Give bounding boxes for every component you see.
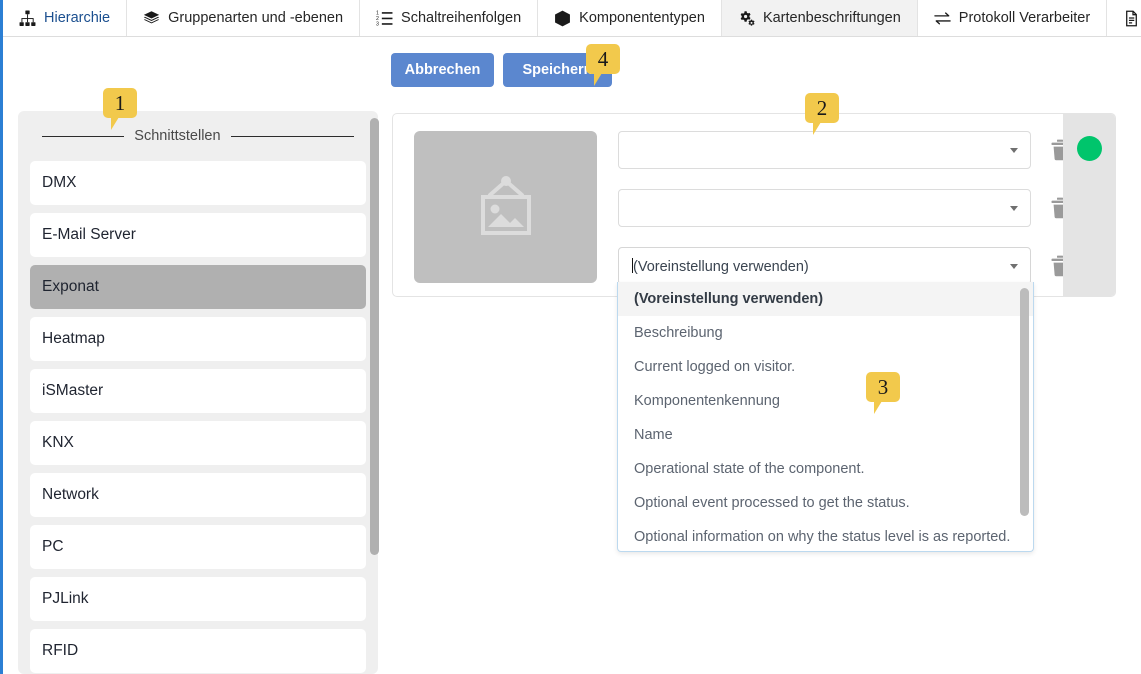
chevron-down-icon <box>1010 147 1018 153</box>
tab-komponententypen[interactable]: Komponententypen <box>538 0 722 36</box>
callout-marker-3: 3 <box>866 372 900 414</box>
tab-label: Kartenbeschriftungen <box>762 10 901 26</box>
label-row-list: (Voreinstellung verwenden) <box>618 131 1073 285</box>
dropdown-option-label: Optional information on why the status l… <box>634 529 1011 545</box>
sitemap-icon <box>19 10 36 27</box>
tab-label: Hierarchie <box>44 10 111 26</box>
sidebar-item-rfid[interactable]: RFID <box>30 629 366 673</box>
dropdown-scrollbar-thumb[interactable] <box>1020 288 1029 516</box>
dropdown-option-label: Komponentenkennung <box>634 393 780 409</box>
sidebar-item-label: PJLink <box>42 590 89 607</box>
label-select-3-dropdown: (Voreinstellung verwenden) Beschreibung … <box>617 282 1034 552</box>
dropdown-option-beschreibung[interactable]: Beschreibung <box>618 316 1033 350</box>
dropdown-option-label: Beschreibung <box>634 325 723 341</box>
sidebar-scrollbar-thumb[interactable] <box>370 118 379 555</box>
heading-rule-left <box>42 135 125 137</box>
sidebar-item-label: Exponat <box>42 278 99 295</box>
sidebar-item-dmx[interactable]: DMX <box>30 161 366 205</box>
sidebar-item-label: PC <box>42 538 64 555</box>
dropdown-option-label: Operational state of the component. <box>634 461 865 477</box>
label-row <box>618 189 1073 227</box>
label-row <box>618 131 1073 169</box>
sidebar-heading-label: Schnittstellen <box>134 128 221 144</box>
file-icon <box>1123 10 1140 27</box>
heading-rule-right <box>230 135 354 137</box>
sidebar-item-label: Heatmap <box>42 330 105 347</box>
label-select-3-value-wrap: (Voreinstellung verwenden) <box>632 257 1004 275</box>
sidebar-item-pjlink[interactable]: PJLink <box>30 577 366 621</box>
sidebar-item-label: RFID <box>42 642 79 659</box>
dropdown-option-operational-state[interactable]: Operational state of the component. <box>618 452 1033 486</box>
layers-icon <box>143 10 160 27</box>
dropdown-option-name[interactable]: Name <box>618 418 1033 452</box>
callout-marker-4: 4 <box>586 44 620 86</box>
status-dot-icon[interactable] <box>1076 136 1102 161</box>
callout-marker-1: 1 <box>103 88 137 130</box>
chevron-down-icon <box>1010 263 1018 269</box>
label-mapping-card: (Voreinstellung verwenden) <box>392 113 1116 297</box>
form-action-bar: Abbrechen Speichern <box>3 37 1141 100</box>
sidebar-item-e-mail-server[interactable]: E-Mail Server <box>30 213 366 257</box>
sidebar-item-heatmap[interactable]: Heatmap <box>30 317 366 361</box>
sidebar-item-network[interactable]: Network <box>30 473 366 517</box>
tab-gruppenarten-und-ebenen[interactable]: Gruppenarten und -ebenen <box>127 0 361 36</box>
dropdown-option-label: Current logged on visitor. <box>634 359 796 375</box>
cancel-button[interactable]: Abbrechen <box>391 53 494 87</box>
sidebar-item-exponat[interactable]: Exponat <box>30 265 366 309</box>
tab-kartenbeschriftungen[interactable]: Kartenbeschriftungen <box>721 0 918 36</box>
thumbnail-preview[interactable] <box>414 131 597 283</box>
dropdown-option-label: (Voreinstellung verwenden) <box>634 291 824 307</box>
tab-label: Gruppenarten und -ebenen <box>168 10 344 26</box>
image-placeholder-icon <box>470 173 542 241</box>
dropdown-option-optional-information[interactable]: Optional information on why the status l… <box>618 520 1033 551</box>
interfaces-sidebar-list: Schnittstellen DMX E-Mail Server Exponat… <box>18 111 378 674</box>
sidebar-section-heading: Schnittstellen <box>30 123 366 145</box>
label-select-1[interactable] <box>618 131 1031 169</box>
tab-hierarchie[interactable]: Hierarchie <box>3 0 128 36</box>
dropdown-option-voreinstellung-verwenden[interactable]: (Voreinstellung verwenden) <box>618 282 1033 316</box>
dropdown-option-komponentenkennung[interactable]: Komponentenkennung <box>618 384 1033 418</box>
chevron-down-icon <box>1010 205 1018 211</box>
tab-geraeteprotokolle[interactable]: Geräteprotokolle <box>1107 0 1141 36</box>
sidebar-item-label: E-Mail Server <box>42 226 136 243</box>
sidebar-item-knx[interactable]: KNX <box>30 421 366 465</box>
tab-label: Protokoll Verarbeiter <box>958 10 1091 26</box>
sidebar-item-label: iSMaster <box>42 382 104 399</box>
dropdown-option-optional-event[interactable]: Optional event processed to get the stat… <box>618 486 1033 520</box>
dropdown-option-current-logged-on-visitor[interactable]: Current logged on visitor. <box>618 350 1033 384</box>
exchange-icon <box>934 10 951 27</box>
label-select-2[interactable] <box>618 189 1031 227</box>
main-tab-bar: Hierarchie Gruppenarten und -ebenen 1 2 … <box>3 0 1141 37</box>
label-select-3[interactable]: (Voreinstellung verwenden) <box>618 247 1031 285</box>
dropdown-option-label: Name <box>634 427 673 443</box>
interfaces-sidebar: Schnittstellen DMX E-Mail Server Exponat… <box>18 111 378 674</box>
callout-marker-2: 2 <box>805 93 839 135</box>
sidebar-item-label: KNX <box>42 434 74 451</box>
tab-label: Schaltreihenfolgen <box>401 10 522 26</box>
sidebar-item-label: DMX <box>42 174 77 191</box>
status-column <box>1063 114 1115 296</box>
tab-label: Komponententypen <box>579 10 705 26</box>
app-root: Hierarchie Gruppenarten und -ebenen 1 2 … <box>0 0 1141 674</box>
cube-icon <box>554 10 571 27</box>
svg-text:3: 3 <box>376 21 379 26</box>
sidebar-item-label: Network <box>42 486 99 503</box>
label-row: (Voreinstellung verwenden) <box>618 247 1073 285</box>
cogs-icon <box>738 10 755 27</box>
sidebar-item-pc[interactable]: PC <box>30 525 366 569</box>
dropdown-option-label: Optional event processed to get the stat… <box>634 495 910 511</box>
label-select-3-value: (Voreinstellung verwenden) <box>633 258 809 275</box>
list-ordered-icon: 1 2 3 <box>376 10 393 27</box>
tab-schaltreihenfolgen[interactable]: 1 2 3 Schaltreihenfolgen <box>360 0 539 36</box>
tab-protokoll-verarbeiter[interactable]: Protokoll Verarbeiter <box>917 0 1108 36</box>
sidebar-item-ismaster[interactable]: iSMaster <box>30 369 366 413</box>
